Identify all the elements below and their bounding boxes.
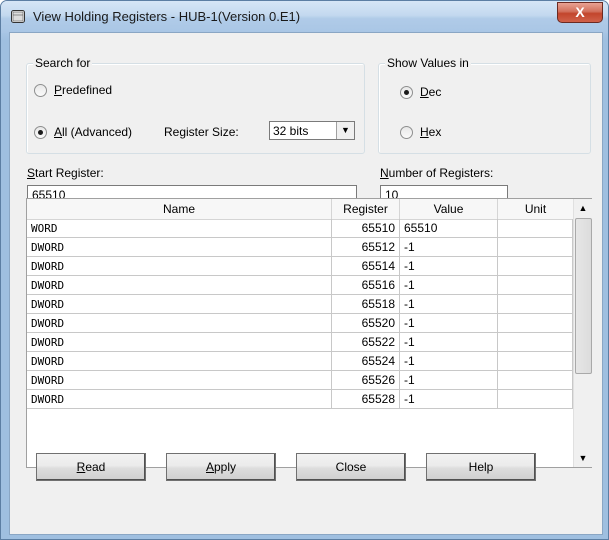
- cell-unit: [498, 352, 573, 371]
- title-bar[interactable]: View Holding Registers - HUB-1(Version 0…: [1, 1, 608, 33]
- cell-name: DWORD: [27, 276, 332, 295]
- cell-register: 65512: [332, 238, 400, 257]
- cell-unit: [498, 333, 573, 352]
- table-row[interactable]: DWORD 65512 -1: [27, 238, 573, 257]
- show-values-group: Show Values in Dec Hex: [378, 56, 591, 154]
- cell-register: 65510: [332, 219, 400, 238]
- cell-name: DWORD: [27, 390, 332, 409]
- column-header-name[interactable]: Name: [27, 199, 332, 219]
- cell-register: 65520: [332, 314, 400, 333]
- cell-register: 65522: [332, 333, 400, 352]
- dropdown-arrow-icon[interactable]: ▼: [336, 122, 354, 139]
- table-row[interactable]: DWORD 65524 -1: [27, 352, 573, 371]
- number-of-registers-label: Number of Registers:: [380, 166, 494, 180]
- register-size-value: 32 bits: [273, 124, 309, 138]
- cell-value: -1: [400, 333, 498, 352]
- cell-register: 65518: [332, 295, 400, 314]
- register-size-label: Register Size:: [164, 125, 239, 139]
- table-scrollbar[interactable]: ▲ ▼: [573, 199, 592, 467]
- close-button[interactable]: Close: [296, 453, 406, 481]
- cell-name: DWORD: [27, 257, 332, 276]
- cell-value: -1: [400, 352, 498, 371]
- cell-name: DWORD: [27, 352, 332, 371]
- table-row[interactable]: DWORD 65522 -1: [27, 333, 573, 352]
- cell-name: DWORD: [27, 238, 332, 257]
- table-row[interactable]: WORD 65510 65510: [27, 219, 573, 238]
- radio-predefined-label: Predefined: [54, 83, 113, 97]
- table-row[interactable]: DWORD 65518 -1: [27, 295, 573, 314]
- cell-value: 65510: [400, 219, 498, 238]
- register-size-dropdown[interactable]: 32 bits ▼: [269, 121, 355, 140]
- cell-value: -1: [400, 238, 498, 257]
- cell-unit: [498, 314, 573, 333]
- search-for-legend: Search for: [33, 56, 93, 70]
- radio-hex-dot: [400, 126, 413, 139]
- cell-register: 65516: [332, 276, 400, 295]
- table-row[interactable]: DWORD 65520 -1: [27, 314, 573, 333]
- arrow-up-icon[interactable]: ▲: [574, 199, 592, 217]
- search-for-group: Search for Predefined All (Advanced) Reg…: [26, 56, 365, 154]
- table-row[interactable]: DWORD 65516 -1: [27, 276, 573, 295]
- cell-unit: [498, 219, 573, 238]
- scrollbar-thumb[interactable]: [575, 218, 592, 374]
- cell-value: -1: [400, 390, 498, 409]
- cell-register: 65528: [332, 390, 400, 409]
- dialog-window: View Holding Registers - HUB-1(Version 0…: [0, 0, 609, 540]
- cell-unit: [498, 257, 573, 276]
- cell-unit: [498, 276, 573, 295]
- cell-name: WORD: [27, 219, 332, 238]
- cell-name: DWORD: [27, 371, 332, 390]
- cell-value: -1: [400, 314, 498, 333]
- table-header: Name Register Value Unit: [27, 199, 573, 220]
- table-row[interactable]: DWORD 65528 -1: [27, 390, 573, 409]
- cell-register: 65526: [332, 371, 400, 390]
- cell-register: 65524: [332, 352, 400, 371]
- cell-name: DWORD: [27, 333, 332, 352]
- column-header-register[interactable]: Register: [332, 199, 400, 219]
- arrow-down-icon[interactable]: ▼: [574, 449, 592, 467]
- cell-register: 65514: [332, 257, 400, 276]
- window-title: View Holding Registers - HUB-1(Version 0…: [33, 9, 301, 24]
- registers-table[interactable]: Name Register Value Unit WORD 65510 65510 D…: [26, 198, 592, 468]
- cell-unit: [498, 295, 573, 314]
- table-row[interactable]: DWORD 65514 -1: [27, 257, 573, 276]
- radio-dec-dot: [400, 86, 413, 99]
- column-header-unit[interactable]: Unit: [498, 199, 573, 219]
- cell-value: -1: [400, 371, 498, 390]
- radio-all-advanced-dot: [34, 126, 47, 139]
- column-header-value[interactable]: Value: [400, 199, 498, 219]
- close-window-button[interactable]: X: [557, 2, 603, 23]
- cell-value: -1: [400, 257, 498, 276]
- read-button[interactable]: Read: [36, 453, 146, 481]
- start-register-label: Start Register:: [27, 166, 104, 180]
- cell-name: DWORD: [27, 314, 332, 333]
- cell-value: -1: [400, 295, 498, 314]
- table-row[interactable]: DWORD 65526 -1: [27, 371, 573, 390]
- apply-button[interactable]: Apply: [166, 453, 276, 481]
- cell-unit: [498, 390, 573, 409]
- cell-unit: [498, 238, 573, 257]
- radio-hex-label: Hex: [420, 125, 442, 139]
- radio-predefined-dot: [34, 84, 47, 97]
- help-button[interactable]: Help: [426, 453, 536, 481]
- register-window-icon: [11, 10, 25, 23]
- radio-all-advanced-label: All (Advanced): [54, 125, 133, 139]
- cell-name: DWORD: [27, 295, 332, 314]
- show-values-legend: Show Values in: [385, 56, 471, 70]
- cell-unit: [498, 371, 573, 390]
- cell-value: -1: [400, 276, 498, 295]
- close-icon: X: [575, 4, 585, 20]
- radio-dec-label: Dec: [420, 85, 442, 99]
